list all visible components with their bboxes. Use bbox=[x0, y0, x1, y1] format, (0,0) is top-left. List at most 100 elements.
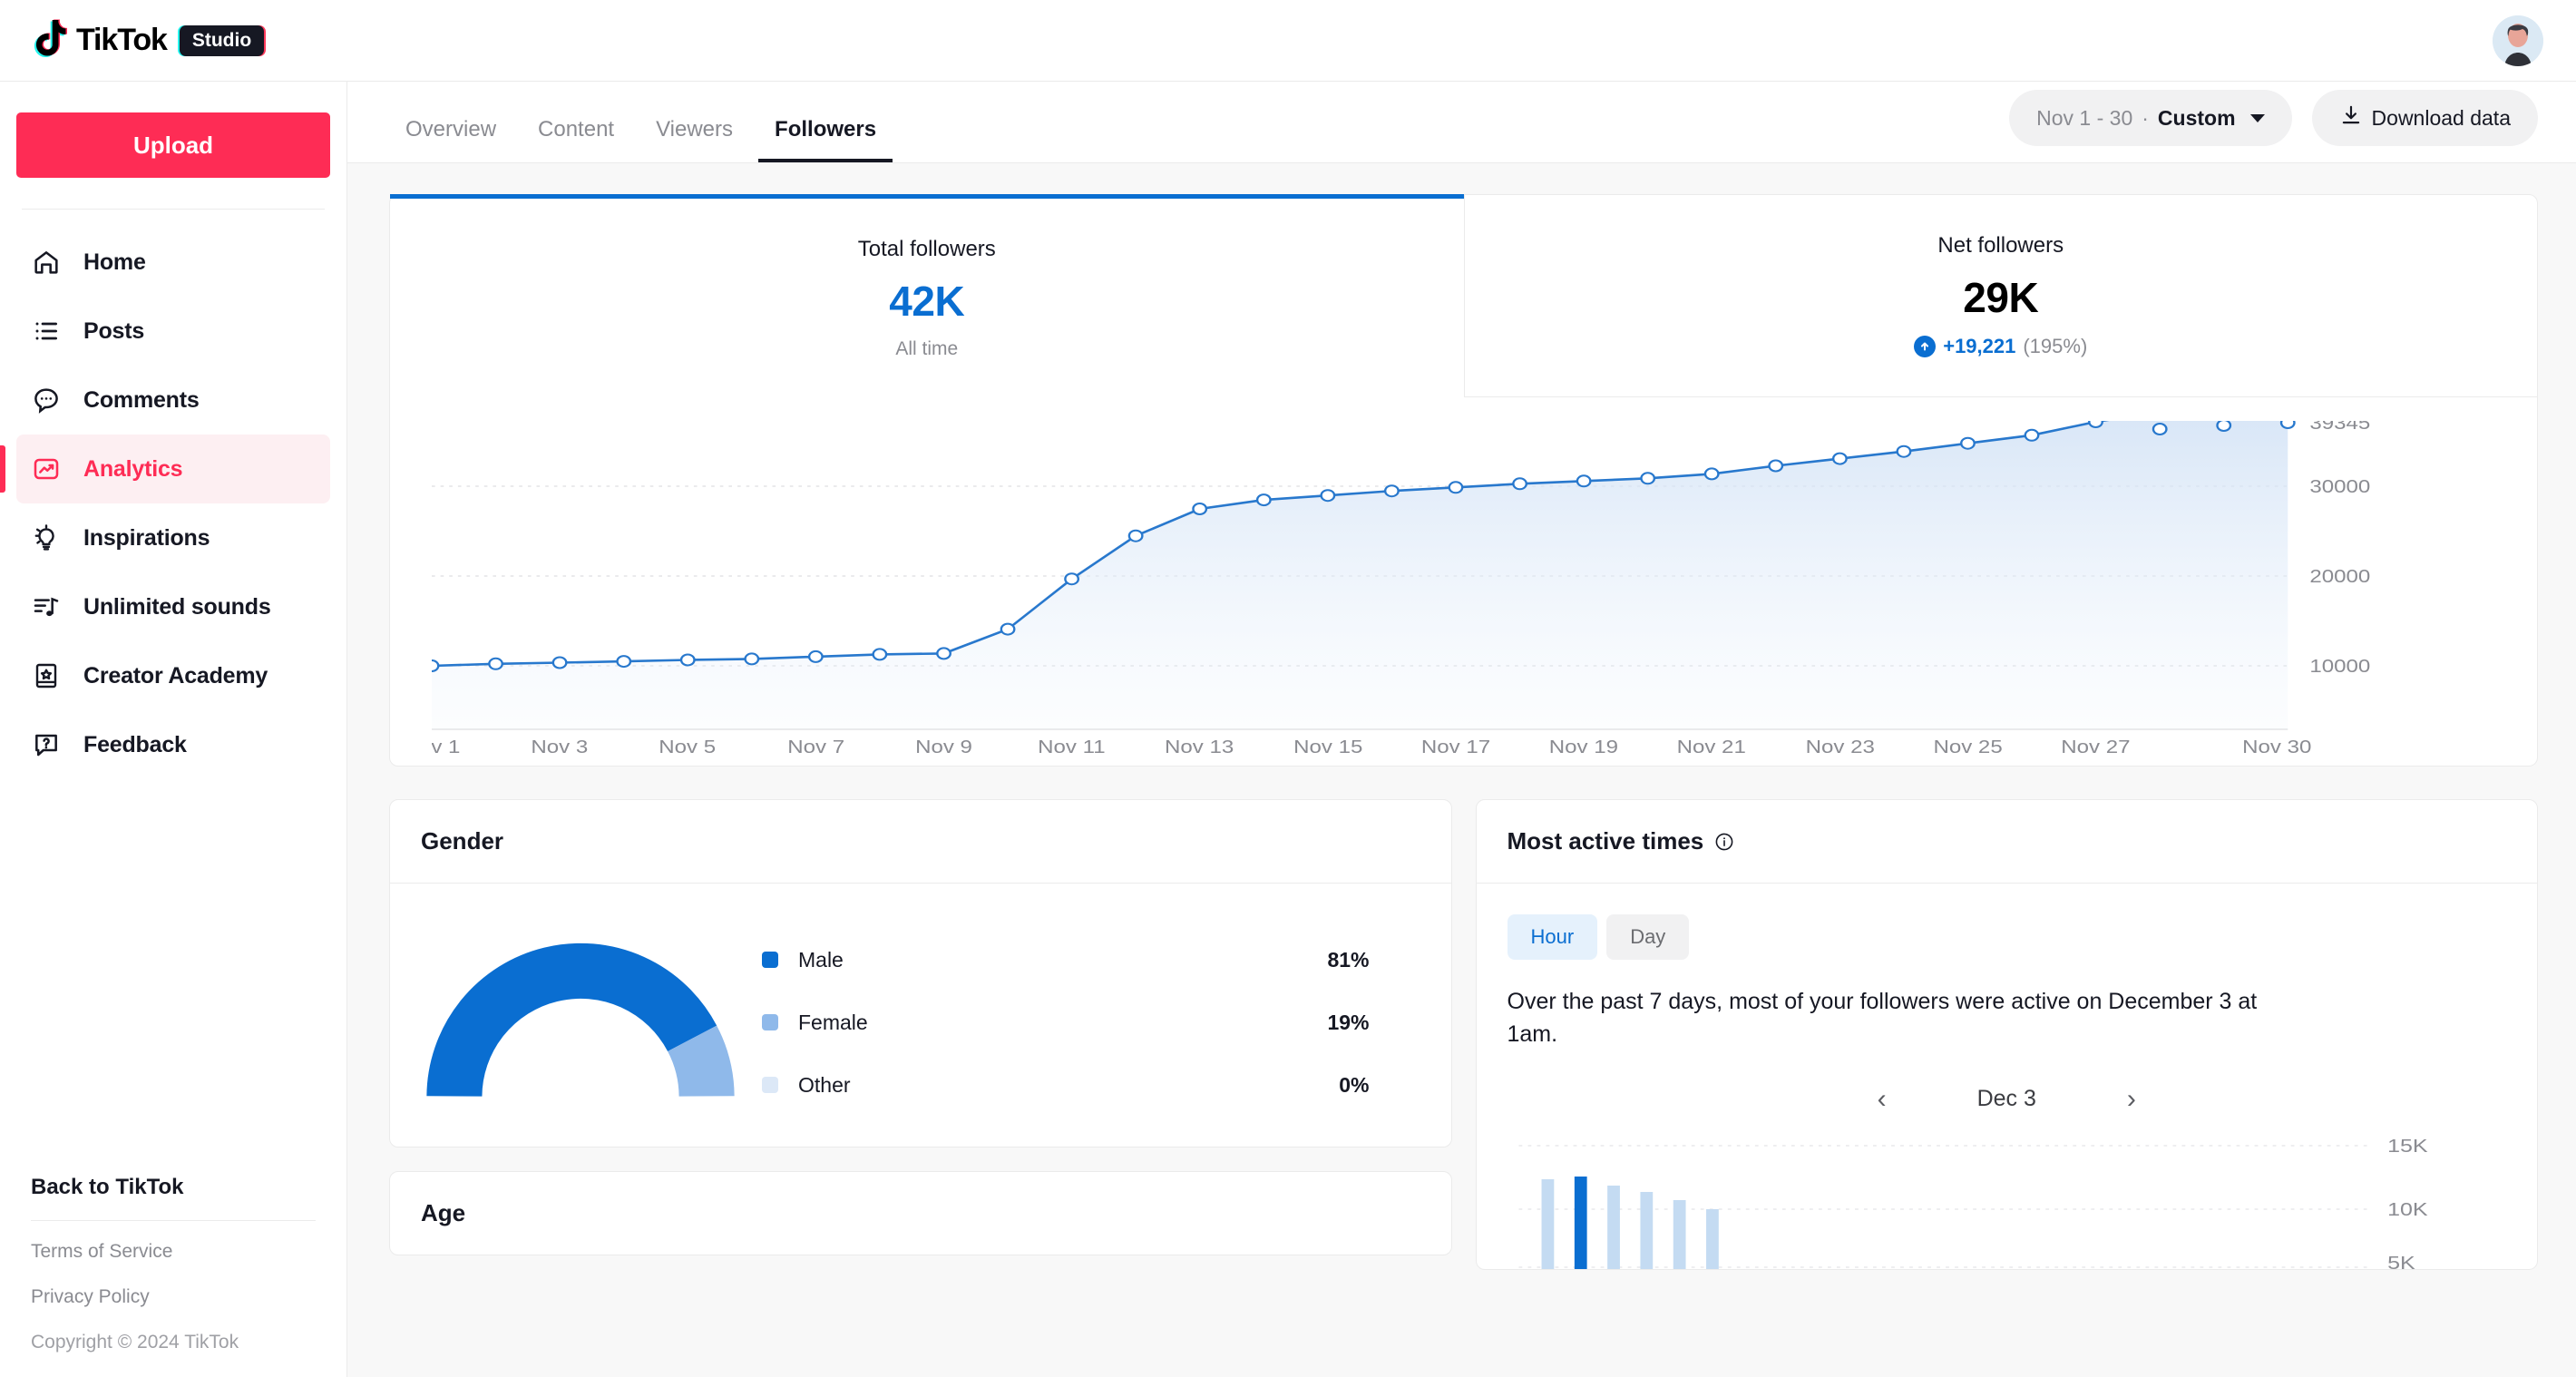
y-axis-label: 10000 bbox=[2309, 656, 2370, 677]
sidebar-nav: Home Posts Comments Analytics Inspiratio… bbox=[0, 228, 330, 779]
toggle-day[interactable]: Day bbox=[1606, 914, 1690, 960]
chevron-right-icon[interactable]: › bbox=[2118, 1082, 2145, 1117]
studio-badge: Studio bbox=[179, 24, 265, 56]
bottom-panels: Gender Male 81% Female 19% Other 0% Age … bbox=[389, 799, 2538, 1270]
stat-label: Net followers bbox=[1937, 233, 2064, 258]
brand-logo[interactable]: TikTok Studio bbox=[31, 18, 265, 63]
main-content: Overview Content Viewers Followers Nov 1… bbox=[347, 82, 2576, 1377]
sidebar-item-label: Unlimited sounds bbox=[83, 593, 271, 620]
chevron-left-icon[interactable]: ‹ bbox=[1869, 1082, 1896, 1117]
x-axis-label: Nov 27 bbox=[2061, 737, 2130, 757]
back-to-tiktok-link[interactable]: Back to TikTok bbox=[31, 1175, 316, 1200]
privacy-policy-link[interactable]: Privacy Policy bbox=[31, 1286, 316, 1308]
most-active-times-description: Over the past 7 days, most of your follo… bbox=[1507, 989, 2258, 1048]
sidebar: Upload Home Posts Comments Analytics Ins… bbox=[0, 82, 347, 1377]
stat-delta-percent: (195%) bbox=[2023, 335, 2088, 357]
x-axis-label: Nov 30 bbox=[2242, 737, 2311, 757]
x-axis-label: Nov 19 bbox=[1549, 737, 1618, 757]
tab-overview[interactable]: Overview bbox=[389, 119, 512, 162]
upload-button[interactable]: Upload bbox=[16, 112, 330, 178]
sidebar-item-label: Creator Academy bbox=[83, 662, 268, 688]
book-star-icon bbox=[31, 660, 62, 691]
copyright-text: Copyright © 2024 TikTok bbox=[31, 1332, 239, 1353]
sidebar-item-creator-academy[interactable]: Creator Academy bbox=[16, 641, 330, 710]
age-title: Age bbox=[421, 1199, 466, 1226]
legend-value: 0% bbox=[1339, 1072, 1370, 1097]
avatar[interactable] bbox=[2493, 15, 2543, 66]
most-active-times-title: Most active times bbox=[1507, 827, 1704, 855]
sidebar-item-feedback[interactable]: Feedback bbox=[16, 710, 330, 779]
sidebar-item-label: Feedback bbox=[83, 731, 187, 757]
most-active-times-body: Hour Day Over the past 7 days, most of y… bbox=[1477, 884, 2538, 1269]
gender-title: Gender bbox=[421, 827, 504, 855]
brand-name: TikTok bbox=[76, 23, 168, 57]
x-axis-label: Nov 3 bbox=[531, 737, 588, 757]
chevron-down-icon bbox=[2249, 113, 2265, 122]
hourly-activity-chart: 15K 10K 5K bbox=[1508, 1133, 2507, 1269]
feedback-icon bbox=[31, 729, 62, 760]
stat-total-followers[interactable]: Total followers 42K All time bbox=[390, 194, 1464, 397]
stat-net-followers[interactable]: Net followers 29K +19,221 (195%) bbox=[1463, 195, 2537, 397]
stat-value: 42K bbox=[889, 278, 965, 325]
legend-label: Female bbox=[798, 1010, 868, 1034]
download-data-button[interactable]: Download data bbox=[2311, 90, 2538, 146]
home-icon bbox=[31, 247, 62, 278]
bar-y-axis-label: 15K bbox=[2387, 1135, 2428, 1156]
legend-label: Male bbox=[798, 947, 844, 972]
tab-viewers[interactable]: Viewers bbox=[639, 119, 749, 162]
right-column: Most active times Hour Day Over the past… bbox=[1475, 799, 2538, 1270]
stat-delta-value: +19,221 bbox=[1943, 335, 2016, 357]
date-range-selector[interactable]: Nov 1 - 30 · Custom bbox=[2009, 90, 2292, 146]
stat-label: Total followers bbox=[857, 237, 996, 261]
x-axis-label: Nov 1 bbox=[432, 737, 460, 757]
most-active-times-card: Most active times Hour Day Over the past… bbox=[1475, 799, 2538, 1270]
legend-swatch bbox=[762, 1077, 778, 1093]
sidebar-item-unlimited-sounds[interactable]: Unlimited sounds bbox=[16, 572, 330, 641]
legend-label: Other bbox=[798, 1072, 851, 1097]
sidebar-item-label: Analytics bbox=[83, 455, 183, 482]
lightbulb-icon bbox=[31, 522, 62, 553]
date-separator: · bbox=[2142, 105, 2149, 130]
tab-followers[interactable]: Followers bbox=[758, 119, 893, 162]
top-bar: TikTok Studio bbox=[0, 0, 2576, 82]
gender-donut-svg bbox=[426, 942, 735, 1098]
x-axis-label: Nov 5 bbox=[659, 737, 716, 757]
date-navigator: ‹ Dec 3 › bbox=[1508, 1082, 2507, 1117]
legend-swatch bbox=[762, 1014, 778, 1030]
sidebar-item-label: Home bbox=[83, 249, 146, 275]
sidebar-item-comments[interactable]: Comments bbox=[16, 366, 330, 435]
analytics-scroll-area: Total followers 42K All time Net followe… bbox=[347, 163, 2576, 1377]
analytics-icon bbox=[31, 454, 62, 484]
left-column: Gender Male 81% Female 19% Other 0% Age bbox=[389, 799, 1452, 1255]
followers-overview-card: Total followers 42K All time Net followe… bbox=[389, 194, 2538, 767]
age-card-header: Age bbox=[390, 1172, 1451, 1255]
x-axis-label: Nov 15 bbox=[1293, 737, 1362, 757]
terms-of-service-link[interactable]: Terms of Service bbox=[31, 1241, 316, 1263]
legend-value: 81% bbox=[1327, 947, 1370, 972]
tab-content[interactable]: Content bbox=[522, 119, 630, 162]
sidebar-item-inspirations[interactable]: Inspirations bbox=[16, 503, 330, 572]
x-axis-label: Nov 21 bbox=[1677, 737, 1746, 757]
followers-line-chart: 39345 30000 20000 10000 Nov 1 Nov 3 Nov … bbox=[390, 397, 2537, 766]
bar-chart-svg: 15K 10K 5K bbox=[1518, 1135, 2428, 1269]
sidebar-footer: Back to TikTok Terms of Service Privacy … bbox=[16, 1175, 330, 1377]
date-navigator-label: Dec 3 bbox=[1976, 1086, 2036, 1111]
sidebar-item-analytics[interactable]: Analytics bbox=[0, 435, 330, 503]
bar-y-axis-label: 10K bbox=[2387, 1198, 2428, 1219]
sidebar-item-label: Posts bbox=[83, 317, 145, 344]
toggle-hour[interactable]: Hour bbox=[1507, 914, 1598, 960]
sidebar-divider bbox=[22, 209, 325, 210]
x-axis-label: Nov 25 bbox=[1933, 737, 2002, 757]
info-icon[interactable] bbox=[1714, 832, 1734, 852]
analytics-tabs: Overview Content Viewers Followers bbox=[389, 119, 893, 162]
age-card: Age bbox=[389, 1171, 1452, 1255]
download-data-label: Download data bbox=[2371, 105, 2511, 130]
sidebar-item-posts[interactable]: Posts bbox=[16, 297, 330, 366]
date-mode-label: Custom bbox=[2157, 105, 2236, 130]
x-axis-label: Nov 17 bbox=[1421, 737, 1490, 757]
stat-value: 29K bbox=[1963, 274, 2039, 321]
legend-value: 19% bbox=[1327, 1010, 1370, 1034]
legend-swatch bbox=[762, 952, 778, 968]
analytics-header: Overview Content Viewers Followers Nov 1… bbox=[347, 82, 2576, 163]
sidebar-item-home[interactable]: Home bbox=[16, 228, 330, 297]
